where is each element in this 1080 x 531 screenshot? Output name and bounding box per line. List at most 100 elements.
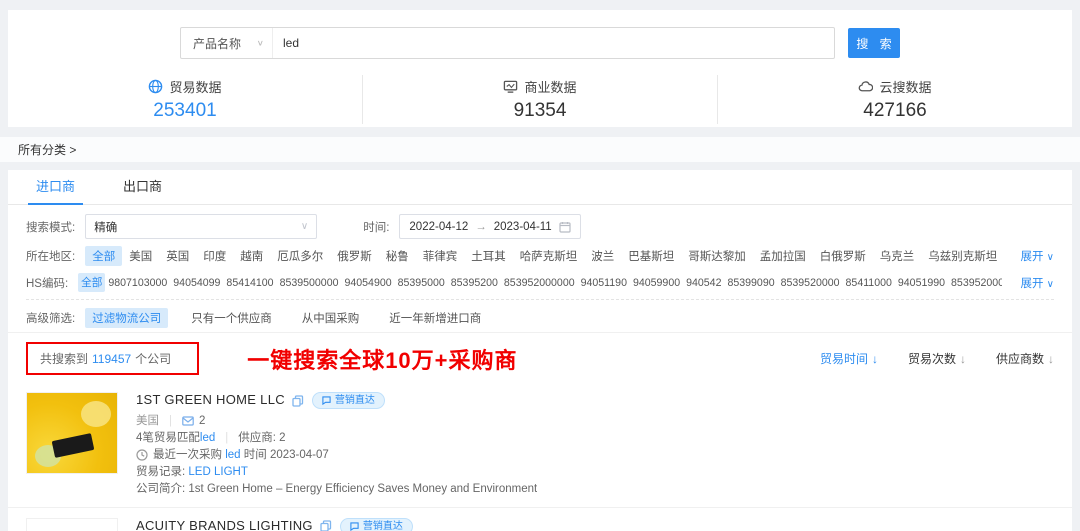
hs-chip[interactable]: 94054900 (341, 275, 394, 291)
trade-record-label: 贸易记录: (136, 465, 185, 480)
company-logo: AcuityBrands (26, 518, 118, 531)
search-panel: 产品名称 ∨ 搜 索 贸易数据 253401 商业数据 91354 云搜数据 (8, 10, 1072, 127)
envelope-icon (182, 415, 194, 427)
region-chip[interactable]: 哈萨克斯坦 (513, 246, 585, 266)
region-chip[interactable]: 土耳其 (464, 246, 513, 266)
filters: 搜索模式: 精确 ∨ 时间: 2022-04-12 → 2023-04-11 所… (8, 205, 1072, 328)
hs-chip[interactable]: 85395200 (448, 275, 501, 291)
stat-trade-data[interactable]: 贸易数据 253401 (8, 75, 362, 124)
search-category-select[interactable]: 产品名称 ∨ (181, 28, 273, 58)
time-label: 时间: (363, 219, 389, 235)
hs-chip[interactable]: 853952000000 (501, 275, 578, 291)
advanced-chip[interactable]: 从中国采购 (295, 308, 367, 328)
stat-label: 贸易数据 (169, 77, 221, 96)
date-range-arrow: → (475, 221, 487, 233)
hs-chip[interactable]: 9807103000 (105, 275, 170, 291)
region-chip[interactable]: 秘鲁 (379, 246, 416, 266)
region-chip[interactable]: 全部 (85, 246, 122, 266)
trade-match-text: 4笔贸易匹配 (136, 431, 200, 446)
tab-exporters[interactable]: 出口商 (121, 168, 164, 204)
sort-down-icon: ↓ (960, 352, 966, 366)
clock-icon (136, 449, 148, 461)
stat-value: 427166 (718, 100, 1072, 122)
last-purchase-date: 2023-04-07 (270, 448, 329, 463)
region-chip[interactable]: 美国 (122, 246, 159, 266)
region-chip[interactable]: 白俄罗斯 (813, 246, 873, 266)
region-chip[interactable]: 乌兹别克斯坦 (921, 246, 1002, 266)
company-country: 美国 (136, 414, 159, 429)
region-chip[interactable]: 巴基斯坦 (621, 246, 681, 266)
hs-expand-link[interactable]: 展开 ∨ (1020, 275, 1054, 291)
hs-chip[interactable]: 940542 (683, 275, 724, 291)
search-mode-value: 精确 (94, 219, 117, 235)
hs-chip[interactable]: 8539500000 (277, 275, 342, 291)
stat-business-data[interactable]: 商业数据 91354 (362, 75, 717, 124)
profile-label: 公司简介: (136, 482, 185, 497)
last-purchase-label: 最近一次采购 (153, 448, 222, 463)
company-row[interactable]: AcuityBrands ACUITY BRANDS LIGHTING 营销直达… (8, 507, 1072, 531)
marketing-badge[interactable]: 营销直达 (312, 392, 385, 409)
company-name[interactable]: ACUITY BRANDS LIGHTING (136, 518, 313, 531)
last-purchase-keyword: led (225, 448, 240, 463)
stat-cloud-search-data[interactable]: 云搜数据 427166 (717, 75, 1072, 124)
region-chip[interactable]: 孟加拉国 (753, 246, 813, 266)
search-input[interactable] (273, 36, 834, 50)
trade-record-value[interactable]: LED LIGHT (188, 465, 247, 480)
region-chip[interactable]: 哥斯达黎加 (681, 246, 753, 266)
region-chip[interactable]: 英国 (159, 246, 196, 266)
region-chip[interactable]: 菲律宾 (416, 246, 465, 266)
copy-icon[interactable] (320, 520, 332, 531)
tab-importers[interactable]: 进口商 (34, 168, 77, 204)
advanced-chip[interactable]: 近一年新增进口商 (382, 308, 488, 328)
hs-chip[interactable]: 全部 (78, 273, 105, 292)
marketing-badge[interactable]: 营销直达 (340, 518, 413, 531)
chat-bubble-icon (350, 522, 359, 531)
stat-label: 云搜数据 (879, 77, 931, 96)
region-chip[interactable]: 印度 (196, 246, 233, 266)
search-button[interactable]: 搜 索 (848, 28, 900, 58)
hs-chip[interactable]: 94054099 (170, 275, 223, 291)
sort-item[interactable]: 贸易次数↓ (908, 350, 966, 367)
hs-chip[interactable]: 94051190 (578, 275, 630, 291)
hs-chip[interactable]: 85399090 (724, 275, 777, 291)
hs-code-label: HS编码: (26, 275, 68, 291)
hs-chip[interactable]: 94051990 (895, 275, 948, 291)
region-chip[interactable]: 乌克兰 (873, 246, 922, 266)
breadcrumb[interactable]: 所有分类 > (0, 137, 1080, 162)
region-chip[interactable]: 厄瓜多尔 (270, 246, 330, 266)
search-mode-select[interactable]: 精确 ∨ (85, 214, 317, 239)
date-range-picker[interactable]: 2022-04-12 → 2023-04-11 (399, 214, 580, 239)
divider (26, 299, 1054, 300)
company-row[interactable]: 1ST GREEN HOME LLC 营销直达 美国 | 2 4笔贸易匹配led… (8, 382, 1072, 507)
hs-chip[interactable]: 8539520000 (778, 275, 843, 291)
hs-chip[interactable]: 85414100 (223, 275, 276, 291)
sort-down-icon: ↓ (1048, 352, 1054, 366)
company-name[interactable]: 1ST GREEN HOME LLC (136, 392, 285, 409)
region-label: 所在地区: (26, 248, 75, 264)
search-mode-label: 搜索模式: (26, 219, 75, 235)
region-chip[interactable]: 越南 (233, 246, 270, 266)
date-from: 2022-04-12 (409, 221, 468, 233)
result-count-box: 共搜索到 119457 个公司 (26, 342, 199, 375)
sort-item[interactable]: 供应商数↓ (996, 350, 1054, 367)
advanced-chip[interactable]: 过滤物流公司 (85, 308, 168, 328)
cloud-icon (858, 79, 873, 94)
suppliers-label: 供应商: (238, 431, 276, 446)
advanced-chip-list: 过滤物流公司只有一个供应商从中国采购近一年新增进口商 (85, 308, 504, 328)
email-count: 2 (199, 414, 205, 429)
hs-chip[interactable]: 94059900 (630, 275, 683, 291)
breadcrumb-label: 所有分类 > (18, 141, 76, 158)
search-box: 产品名称 ∨ (180, 27, 835, 59)
hs-chip[interactable]: 85395000 (395, 275, 448, 291)
hs-chip[interactable]: 8539520009 (948, 275, 1002, 291)
region-chip[interactable]: 波兰 (584, 246, 621, 266)
chevron-down-icon: ∨ (1047, 279, 1054, 290)
region-chip[interactable]: 俄罗斯 (330, 246, 379, 266)
copy-icon[interactable] (292, 395, 304, 407)
calendar-icon (559, 221, 571, 233)
profile-text: 1st Green Home – Energy Efficiency Saves… (188, 482, 537, 497)
hs-chip[interactable]: 85411000 (843, 275, 895, 291)
region-expand-link[interactable]: 展开 ∨ (1020, 248, 1054, 264)
sort-item[interactable]: 贸易时间↓ (820, 350, 878, 367)
advanced-chip[interactable]: 只有一个供应商 (184, 308, 279, 328)
